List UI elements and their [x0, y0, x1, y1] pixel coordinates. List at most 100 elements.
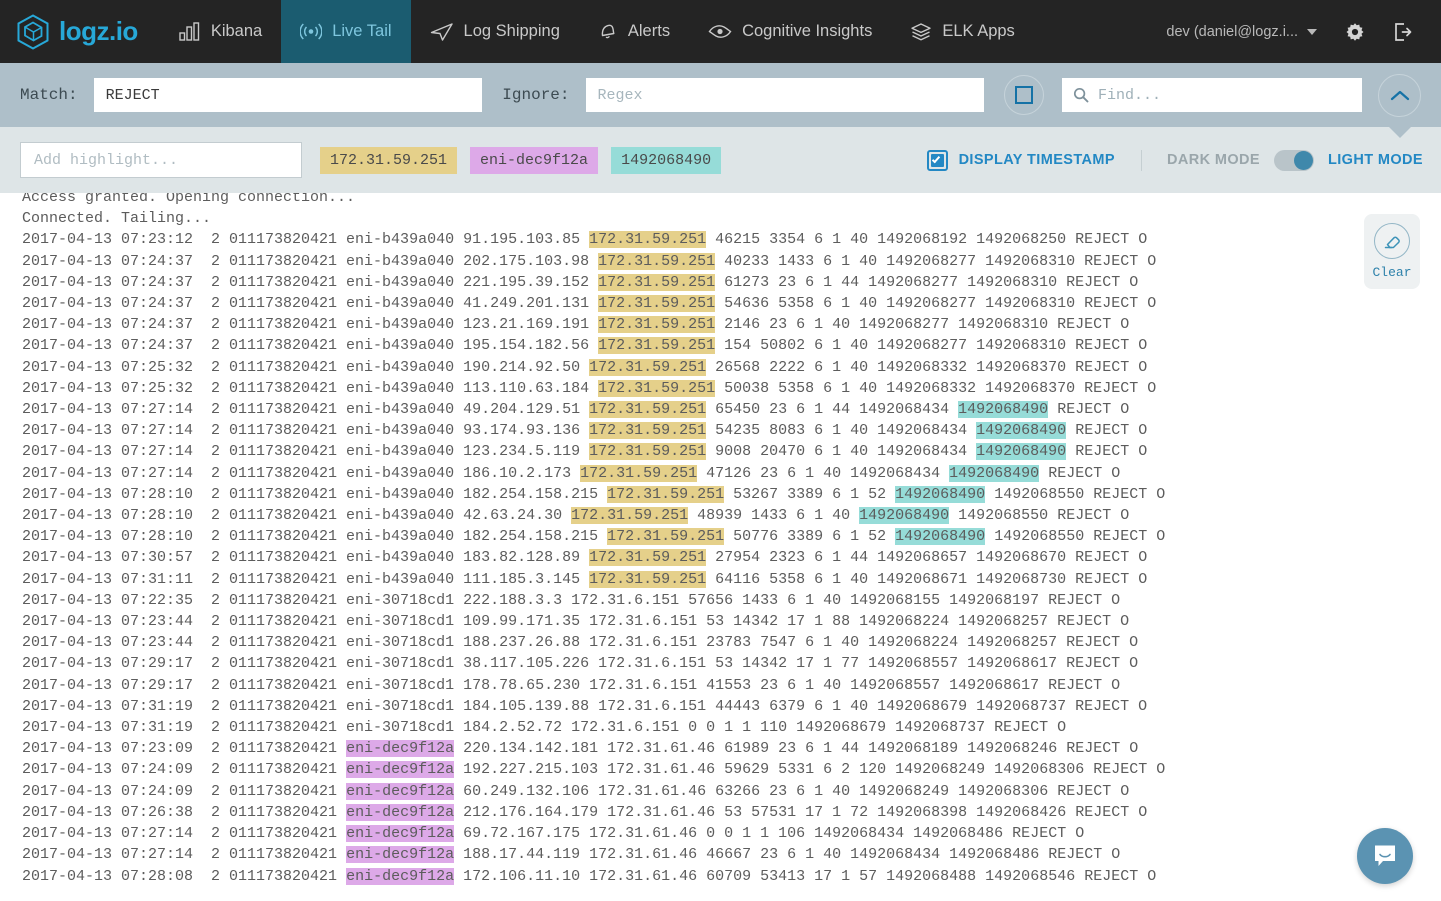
theme-toggle-switch[interactable]	[1273, 149, 1314, 171]
log-text: 2017-04-13 07:27:14 2 011173820421 eni-b…	[22, 422, 590, 440]
log-text: 50776 3389 6 1 52	[724, 528, 896, 546]
log-line: 2017-04-13 07:31:19 2 011173820421 eni-3…	[22, 696, 1441, 717]
log-highlight: 172.31.59.251	[589, 549, 707, 567]
bar-chart-icon	[179, 22, 200, 41]
log-text: 1492068550 REJECT O	[985, 528, 1166, 546]
log-highlight: 172.31.59.251	[607, 528, 725, 546]
eye-icon	[708, 25, 732, 38]
nav-item-cognitive-insights[interactable]: Cognitive Insights	[689, 0, 891, 63]
log-line: Access granted. Opening connection...	[22, 193, 1441, 208]
checkbox-icon	[926, 149, 948, 171]
log-text: 2017-04-13 07:27:14 2 011173820421 eni-b…	[22, 443, 590, 461]
log-line: 2017-04-13 07:24:37 2 011173820421 eni-b…	[22, 251, 1441, 272]
collapse-toolbar-button[interactable]	[1378, 73, 1421, 117]
log-highlight: 172.31.59.251	[598, 337, 716, 355]
nav-item-alerts[interactable]: Alerts	[579, 0, 689, 63]
clear-button[interactable]: Clear	[1364, 214, 1420, 289]
stop-tail-button[interactable]	[1004, 75, 1044, 115]
log-text: 2017-04-13 07:23:12 2 011173820421 eni-b…	[22, 231, 590, 249]
dark-mode-label[interactable]: DARK MODE	[1167, 152, 1260, 168]
log-line: 2017-04-13 07:27:14 2 011173820421 eni-b…	[22, 420, 1441, 441]
log-line: 2017-04-13 07:23:44 2 011173820421 eni-3…	[22, 632, 1441, 653]
nav-item-log-shipping[interactable]: Log Shipping	[411, 0, 579, 63]
highlight-chip[interactable]: 1492068490	[611, 146, 722, 174]
log-highlight: 1492068490	[895, 528, 986, 546]
logz-cube-icon	[17, 13, 49, 50]
log-text: 2146 23 6 1 40 1492068277 1492068310 REJ…	[715, 316, 1130, 334]
log-line: 2017-04-13 07:24:37 2 011173820421 eni-b…	[22, 314, 1441, 335]
settings-button[interactable]	[1331, 22, 1379, 42]
log-text: REJECT O	[1066, 443, 1148, 461]
nav-item-elk-apps[interactable]: ELK Apps	[891, 0, 1033, 63]
log-line: 2017-04-13 07:24:09 2 011173820421 eni-d…	[22, 759, 1441, 780]
log-text: 192.227.215.103 172.31.61.46 59629 5331 …	[454, 761, 1166, 779]
log-line: 2017-04-13 07:24:37 2 011173820421 eni-b…	[22, 272, 1441, 293]
log-text: 2017-04-13 07:24:09 2 011173820421	[22, 782, 347, 800]
log-text: 188.17.44.119 172.31.61.46 46667 23 6 1 …	[454, 846, 1121, 864]
display-timestamp-toggle[interactable]: DISPLAY TIMESTAMP	[926, 149, 1142, 171]
log-text: 154 50802 6 1 40 1492068277 1492068310 R…	[715, 337, 1148, 355]
user-account-label: dev (daniel@logz.i...	[1166, 23, 1298, 40]
find-field-wrapper	[1062, 78, 1362, 112]
log-text: 1492068550 REJECT O	[985, 485, 1166, 503]
log-text: 2017-04-13 07:23:44 2 011173820421 eni-3…	[22, 634, 1139, 652]
add-highlight-input[interactable]	[20, 142, 302, 178]
log-line: 2017-04-13 07:30:57 2 011173820421 eni-b…	[22, 547, 1441, 568]
log-highlight: 172.31.59.251	[589, 231, 707, 249]
chevron-down-icon	[1307, 28, 1317, 35]
log-text: 61273 23 6 1 44 1492068277 1492068310 RE…	[715, 273, 1139, 291]
log-text: 2017-04-13 07:31:19 2 011173820421 eni-3…	[22, 697, 1148, 715]
log-text: 46215 3354 6 1 40 1492068192 1492068250 …	[706, 231, 1148, 249]
nav-item-kibana[interactable]: Kibana	[160, 0, 281, 63]
log-text: 220.134.142.181 172.31.61.46 61989 23 6 …	[454, 740, 1139, 758]
paper-plane-icon	[430, 22, 453, 41]
log-line: 2017-04-13 07:28:10 2 011173820421 eni-b…	[22, 484, 1441, 505]
nav-items: Kibana Live Tail Log Shipping Alerts Cog…	[160, 0, 1034, 63]
user-account-menu[interactable]: dev (daniel@logz.i...	[1152, 24, 1331, 40]
log-text: 2017-04-13 07:27:14 2 011173820421	[22, 825, 347, 843]
find-input[interactable]	[1062, 78, 1362, 112]
log-text: Access granted. Opening connection...	[22, 193, 356, 206]
highlight-chip[interactable]: 172.31.59.251	[320, 146, 458, 174]
log-text: 2017-04-13 07:31:11 2 011173820421 eni-b…	[22, 570, 590, 588]
highlight-bar: 172.31.59.251 eni-dec9f12a 1492068490 DI…	[0, 127, 1441, 193]
log-text: 47126 23 6 1 40 1492068434	[697, 464, 950, 482]
log-text: 2017-04-13 07:28:08 2 011173820421	[22, 867, 347, 885]
highlight-bar-right: DISPLAY TIMESTAMP DARK MODE LIGHT MODE	[926, 149, 1423, 171]
light-mode-label[interactable]: LIGHT MODE	[1328, 152, 1423, 168]
log-highlight: 172.31.59.251	[607, 485, 725, 503]
log-text: REJECT O	[1039, 464, 1121, 482]
log-highlight: 1492068490	[958, 401, 1049, 419]
theme-mode-switch: DARK MODE LIGHT MODE	[1142, 149, 1423, 171]
logout-button[interactable]	[1379, 22, 1427, 42]
eraser-icon	[1374, 223, 1410, 259]
log-line: 2017-04-13 07:22:35 2 011173820421 eni-3…	[22, 590, 1441, 611]
log-line: 2017-04-13 07:23:44 2 011173820421 eni-3…	[22, 611, 1441, 632]
log-text: 2017-04-13 07:22:35 2 011173820421 eni-3…	[22, 591, 1121, 609]
log-line: 2017-04-13 07:27:14 2 011173820421 eni-b…	[22, 399, 1441, 420]
log-text: 2017-04-13 07:28:10 2 011173820421 eni-b…	[22, 485, 608, 503]
nav-item-label: Log Shipping	[463, 22, 560, 40]
logout-icon	[1395, 22, 1412, 41]
brand-logo[interactable]: logz.io	[0, 0, 160, 63]
ignore-input[interactable]	[585, 78, 984, 112]
highlight-chip[interactable]: eni-dec9f12a	[470, 146, 599, 174]
chat-widget-button[interactable]	[1357, 828, 1413, 884]
nav-item-label: Alerts	[627, 22, 671, 40]
clear-label: Clear	[1372, 265, 1412, 280]
log-text: 2017-04-13 07:24:09 2 011173820421	[22, 761, 347, 779]
log-highlight: 172.31.59.251	[589, 422, 707, 440]
brand-name: logz.io	[59, 16, 138, 46]
log-output-area[interactable]: Access granted. Opening connection... Con…	[0, 193, 1441, 901]
log-highlight: eni-dec9f12a	[346, 825, 455, 843]
log-highlight: eni-dec9f12a	[346, 761, 455, 779]
log-highlight: 172.31.59.251	[598, 252, 716, 270]
log-text: 48939 1433 6 1 40	[688, 507, 860, 525]
log-text: 2017-04-13 07:25:32 2 011173820421 eni-b…	[22, 358, 590, 376]
nav-item-live-tail[interactable]: Live Tail	[281, 0, 411, 63]
log-line: 2017-04-13 07:26:38 2 011173820421 eni-d…	[22, 802, 1441, 823]
match-input[interactable]	[93, 78, 483, 112]
log-text: 212.176.164.179 172.31.61.46 53 57531 17…	[454, 803, 1148, 821]
log-highlight: 1492068490	[976, 422, 1067, 440]
log-line: 2017-04-13 07:27:14 2 011173820421 eni-d…	[22, 823, 1441, 844]
